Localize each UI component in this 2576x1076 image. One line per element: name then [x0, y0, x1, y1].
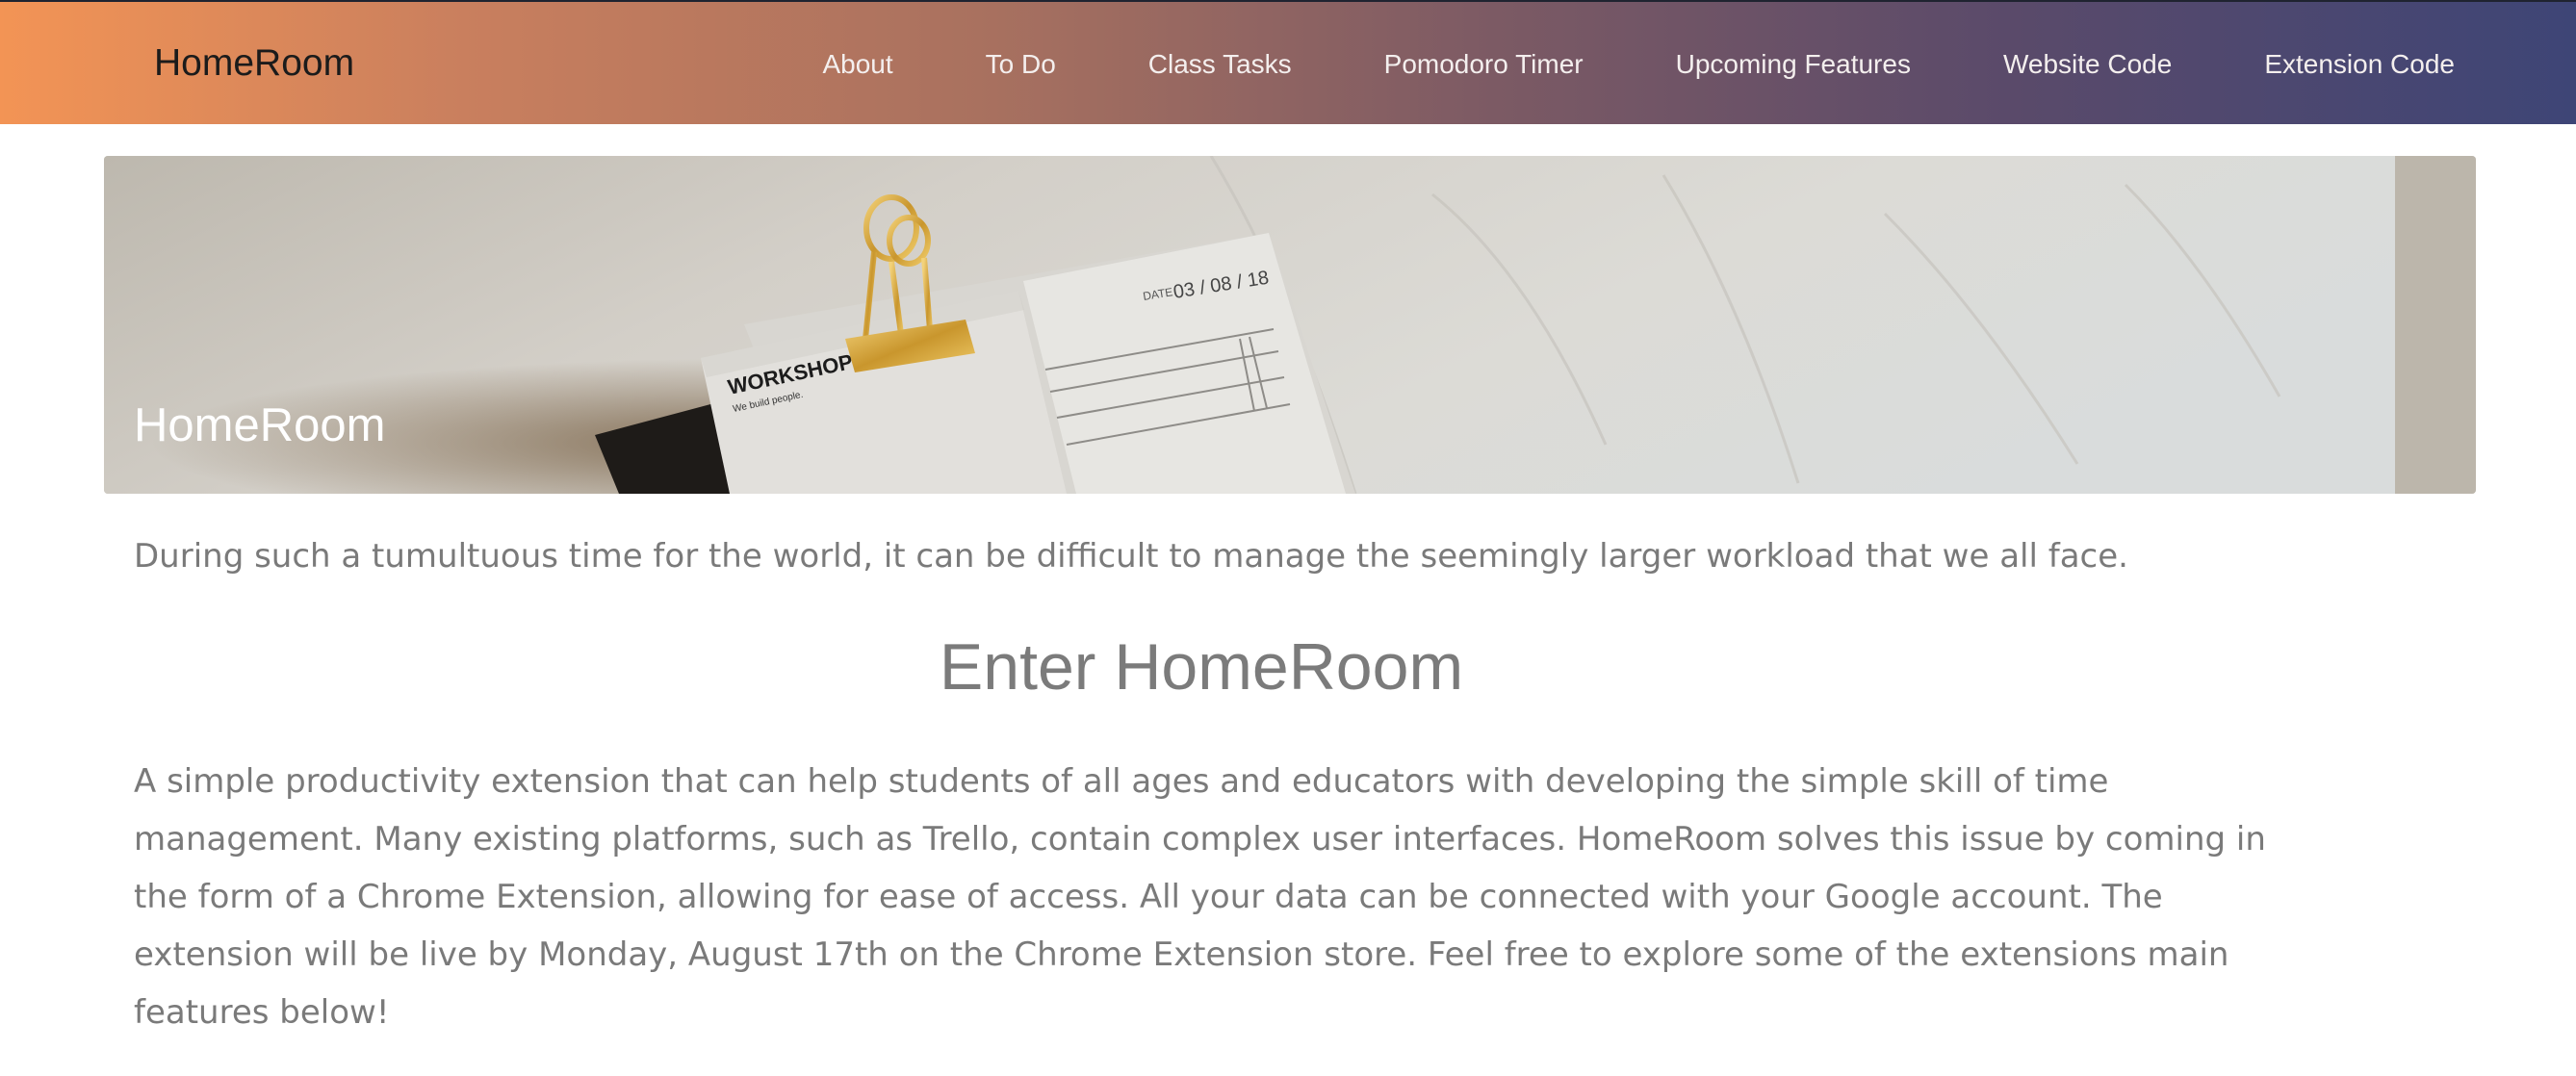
- hero-title: HomeRoom: [134, 399, 386, 451]
- hero-banner: DATE 03 / 08 / 18 WORKSHOP We build peop…: [104, 156, 2476, 494]
- nav-links: About To Do Class Tasks Pomodoro Timer U…: [822, 2, 2455, 126]
- brand-link[interactable]: HomeRoom: [154, 35, 354, 92]
- description-text: A simple productivity extension that can…: [134, 762, 2266, 1032]
- navbar: HomeRoom About To Do Class Tasks Pomodor…: [0, 0, 2576, 124]
- nav-link-pomodoro-timer[interactable]: Pomodoro Timer: [1384, 49, 1584, 79]
- nav-link-about[interactable]: About: [822, 49, 892, 79]
- nav-link-to-do[interactable]: To Do: [986, 49, 1056, 79]
- nav-link-extension-code[interactable]: Extension Code: [2264, 49, 2455, 79]
- hero-photo: DATE 03 / 08 / 18 WORKSHOP We build peop…: [104, 156, 2476, 494]
- nav-link-class-tasks[interactable]: Class Tasks: [1148, 49, 1292, 79]
- intro-text: During such a tumultuous time for the wo…: [134, 537, 2128, 576]
- nav-link-website-code[interactable]: Website Code: [2003, 49, 2172, 79]
- nav-link-upcoming-features[interactable]: Upcoming Features: [1676, 49, 1911, 79]
- section-heading: Enter HomeRoom: [939, 630, 1464, 704]
